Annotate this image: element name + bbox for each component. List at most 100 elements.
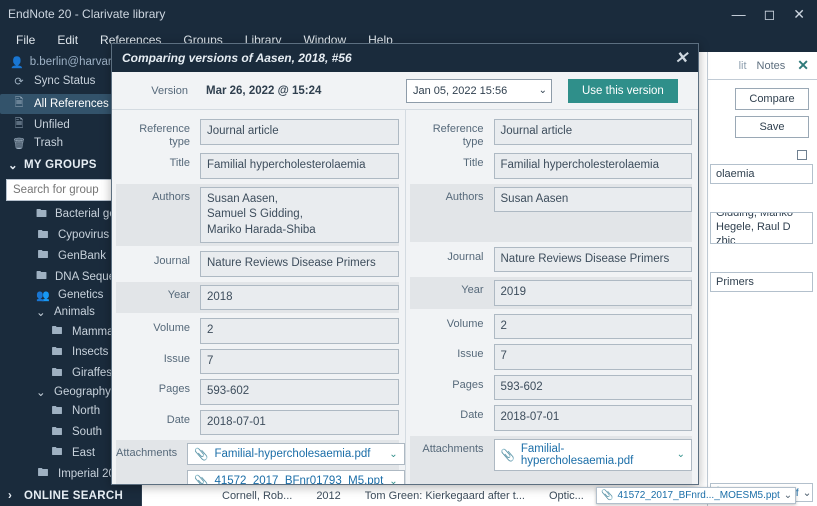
sync-icon: ⟳ [12,75,26,88]
label-title-r: Title [410,153,494,170]
left-issue: 7 [200,349,399,375]
save-button[interactable]: Save [735,116,809,138]
tab-notes[interactable]: Notes [757,60,786,72]
details-field-title[interactable]: olaemia [710,164,813,184]
compare-panel-left: Reference typeJournal article TitleFamil… [112,110,406,484]
menu-file[interactable]: File [6,29,45,51]
chevron-down-icon: ⌄ [36,305,46,319]
label-attachments: Attachments [116,443,187,460]
right-journal: Nature Reviews Disease Primers [494,247,693,273]
version-date-left: Mar 26, 2022 @ 15:24 [206,85,321,97]
maximize-icon[interactable]: ◻ [764,6,776,23]
details-close-icon[interactable]: ✕ [795,57,811,74]
sync-label: Sync Status [34,75,95,87]
attachment-icon: 📎 [194,474,208,484]
attachment-icon: 📎 [501,448,515,462]
dialog-title: Comparing versions of Aasen, 2018, #56 [122,51,352,65]
all-label: All References [34,98,109,110]
label-year-r: Year [410,280,494,297]
label-date-r: Date [410,405,494,422]
use-version-button[interactable]: Use this version [568,79,678,103]
left-volume: 2 [200,318,399,344]
user-icon: 👤 [10,56,24,69]
doc-icon: 🗎 [12,115,26,134]
dialog-titlebar: Comparing versions of Aasen, 2018, #56 ✕ [112,44,698,72]
label-volume-r: Volume [410,314,494,331]
row-year: 2012 [316,490,340,502]
floating-attachment-1[interactable]: 📎 41572_2017_BFnrd..._MOESM5.ppt ⌄ [596,487,796,504]
details-field-authors[interactable]: Gidding, Mariko Hegele, Raul D zbic [710,212,813,244]
right-date: 2018-07-01 [494,405,693,431]
attachment-icon: 📎 [601,490,613,501]
trash-icon: 🗑 [12,137,26,150]
label-title: Title [116,153,200,170]
right-attachment-1[interactable]: 📎Familial-hypercholesaemia.pdf⌄ [494,439,693,471]
window-controls: — ◻ ✕ [732,6,809,23]
chevron-down-icon: ⌄ [389,449,397,460]
details-tabs: lit Notes ✕ [708,52,817,80]
compare-dialog: Comparing versions of Aasen, 2018, #56 ✕… [111,43,699,485]
left-title: Familial hypercholesterolaemia [200,153,399,179]
trash-label: Trash [34,137,63,149]
folder-icon: 🖿 [36,267,47,286]
folder-icon: 🖿 [50,423,64,442]
right-volume: 2 [494,314,693,340]
row-author: Cornell, Rob... [222,490,292,502]
folder-icon: 🖿 [36,464,50,483]
right-authors: Susan Aasen [494,187,693,213]
left-date: 2018-07-01 [200,410,399,436]
right-title: Familial hypercholesterolaemia [494,153,693,179]
right-pages: 593-602 [494,375,693,401]
folder-icon: 🖿 [50,443,64,462]
left-journal: Nature Reviews Disease Primers [200,251,399,277]
label-pages-r: Pages [410,375,494,392]
list-row[interactable]: Cornell, Rob... 2012 Tom Green: Kierkega… [222,487,584,505]
details-field-journal[interactable]: Primers [710,272,813,292]
folder-icon: 🖿 [36,205,47,224]
label-journal-r: Journal [410,247,494,264]
label-attachments-r: Attachments [410,439,494,456]
people-icon: 👥 [36,289,50,302]
label-authors: Authors [116,187,200,204]
folder-icon: 🖿 [50,343,64,362]
folder-icon: 🖿 [50,402,64,421]
minimize-icon[interactable]: — [732,6,746,23]
left-attachment-2[interactable]: 📎41572_2017_BFnr01793_M5.ppt⌄ [187,470,405,484]
chevron-down-icon: ⌄ [8,158,18,172]
folder-icon: 🖿 [50,364,64,383]
chevron-down-icon: ⌄ [539,85,547,96]
chevron-down-icon: ⌄ [784,490,792,501]
compare-button[interactable]: Compare [735,88,809,110]
right-reftype: Journal article [494,119,693,145]
menu-edit[interactable]: Edit [47,29,88,51]
close-icon[interactable]: ✕ [793,6,805,23]
details-panel: lit Notes ✕ Compare Save olaemia Gidding… [707,52,817,506]
folder-icon: 🖿 [50,322,64,341]
left-attachment-1[interactable]: 📎Familial-hypercholesaemia.pdf⌄ [187,443,405,465]
left-authors: Susan Aasen, Samuel S Gidding, Mariko Ha… [200,187,399,244]
chevron-down-icon: ⌄ [389,476,397,484]
left-reftype: Journal article [200,119,399,145]
label-issue: Issue [116,349,200,366]
attachment-icon: 📎 [194,447,208,461]
chevron-right-icon: › [8,490,18,502]
folder-icon: 🖿 [36,246,50,265]
label-issue-r: Issue [410,344,494,361]
row-journal: Optic... [549,490,584,502]
unfiled-label: Unfiled [34,119,70,131]
title-bar: EndNote 20 - Clarivate library — ◻ ✕ [0,0,817,28]
folder-icon: 🖿 [36,226,50,245]
label-date: Date [116,410,200,427]
expand-icon[interactable] [797,150,807,160]
compare-panel-right: Reference typeJournal article TitleFamil… [406,110,699,484]
window-title: EndNote 20 - Clarivate library [8,7,165,21]
version-select-right[interactable]: Jan 05, 2022 15:56 ⌄ [406,79,552,103]
version-label-left: Version [116,85,196,97]
mygroups-label: MY GROUPS [24,159,97,171]
row-title: Tom Green: Kierkegaard after t... [365,490,525,502]
tab-edit-partial[interactable]: lit [739,60,747,72]
label-year: Year [116,285,200,302]
label-reftype-r: Reference type [410,119,494,148]
dialog-close-icon[interactable]: ✕ [675,48,688,68]
sidebar-header-online[interactable]: › ONLINE SEARCH [0,484,141,506]
